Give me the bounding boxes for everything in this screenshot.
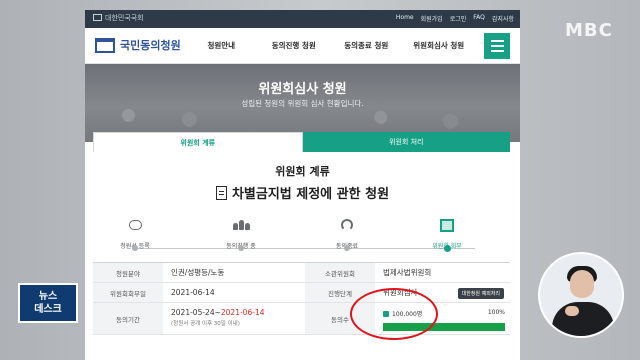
site-logo[interactable]: 국민동의청원: [95, 37, 181, 53]
assembly-building-icon: [95, 37, 115, 53]
hero-title: 위원회심사 청원: [258, 82, 347, 97]
referral-date-label: 위원회회부일: [93, 283, 163, 302]
period-label: 동의기간: [93, 303, 163, 334]
status-tabs: 위원회 계류 위원회 처리: [93, 132, 510, 152]
assembly-emblem-icon: [93, 14, 102, 21]
period-note: (청원서 공개 이후 30일 이내): [171, 321, 240, 327]
menu-item-ongoing[interactable]: 동의진행 청원: [258, 28, 331, 64]
menu-item-committee[interactable]: 위원회심사 청원: [403, 28, 476, 64]
util-link-login[interactable]: 로그인: [450, 14, 467, 23]
org-name: 대한민국국회: [93, 13, 144, 23]
petition-info-table: 청원분야 인권/성평등/노동 소관위원회 법제사법위원회 위원회회부일 2021…: [93, 262, 510, 335]
news-desk-badge: 뉴스 데스크: [18, 283, 78, 323]
period-value: 2021-05-24~2021-06-14 (청원서 공개 이후 30일 이내): [171, 303, 264, 334]
field-value: 인권/성평등/노동: [171, 268, 225, 277]
mbc-logo: MBC: [565, 20, 613, 41]
tab-processed[interactable]: 위원회 처리: [302, 132, 510, 152]
documents-stack-icon: [440, 218, 454, 232]
period-start: 2021-05-24~: [171, 308, 221, 317]
people-icon: [232, 220, 250, 230]
document-icon: [215, 185, 227, 200]
hero-subtitle: 성립된 청원의 위원회 심사 현황입니다.: [241, 99, 364, 108]
table-row: 동의기간 2021-05-24~2021-06-14 (청원서 공개 이후 30…: [93, 303, 510, 335]
menu-item-closed[interactable]: 동의종료 청원: [330, 28, 403, 64]
news-badge-line2: 데스크: [34, 304, 62, 315]
news-badge-line1: 뉴스: [38, 291, 58, 302]
utility-links: Home 회원가입 로그인 FAQ 감지사항: [396, 14, 514, 23]
hero-banner: 위원회심사 청원 성립된 청원의 위원회 심사 현황입니다.: [85, 64, 520, 142]
step-agreeing: 동의진행 중: [199, 216, 283, 251]
section-title: 위원회 계류: [275, 165, 330, 178]
step-dot: [132, 245, 138, 251]
step-dot: [344, 245, 350, 251]
utility-bar: 대한민국국회 Home 회원가입 로그인 FAQ 감지사항: [85, 10, 520, 28]
petition-title: 차별금지법 제정에 관한 청원: [85, 183, 520, 202]
step-registered: 청원서 등록: [93, 216, 177, 251]
step-closed: 동의종료: [305, 216, 389, 251]
referral-date-value: 2021-06-14: [171, 288, 215, 297]
menu-item-guide[interactable]: 청원안내: [185, 28, 258, 64]
org-name-text: 대한민국국회: [105, 14, 144, 22]
exception-chip[interactable]: 대한청원 예외처리: [457, 288, 504, 299]
top-menu: 청원안내 동의진행 청원 동의종료 청원 위원회심사 청원: [185, 28, 475, 64]
menu-icon[interactable]: [484, 33, 510, 59]
table-row: 위원회회부일 2021-06-14 진행단계 위원회심사 대한청원 예외처리: [93, 283, 510, 303]
tab-pending[interactable]: 위원회 계류: [93, 132, 303, 152]
petition-website: 대한민국국회 Home 회원가입 로그인 FAQ 감지사항 국민동의청원 청원안…: [85, 10, 520, 360]
speaker-icon: [341, 219, 353, 231]
committee-label: 소관위원회: [305, 263, 375, 282]
main-navigation: 국민동의청원 청원안내 동의진행 청원 동의종료 청원 위원회심사 청원: [85, 28, 520, 64]
table-row: 청원분야 인권/성평등/노동 소관위원회 법제사법위원회: [93, 263, 510, 283]
sign-language-interpreter: [538, 252, 624, 338]
step-dot-active: [443, 244, 451, 252]
util-link-signup[interactable]: 회원가입: [421, 14, 443, 23]
util-link-faq[interactable]: FAQ: [473, 14, 485, 23]
highlight-circle: [350, 288, 438, 340]
speech-bubble-icon: [128, 220, 142, 230]
agree-percent: 100%: [487, 309, 505, 316]
petition-title-text: 차별금지법 제정에 관한 청원: [231, 187, 390, 202]
committee-value: 법제사법위원회: [383, 268, 432, 277]
util-link-home[interactable]: Home: [396, 14, 414, 23]
util-link-notice[interactable]: 감지사항: [492, 14, 514, 23]
step-dot: [238, 245, 244, 251]
period-end: 2021-06-14: [220, 308, 265, 317]
field-label: 청원분야: [93, 263, 163, 282]
site-logo-text: 국민동의청원: [120, 39, 181, 52]
step-referred: 위원회 회부: [405, 216, 489, 252]
